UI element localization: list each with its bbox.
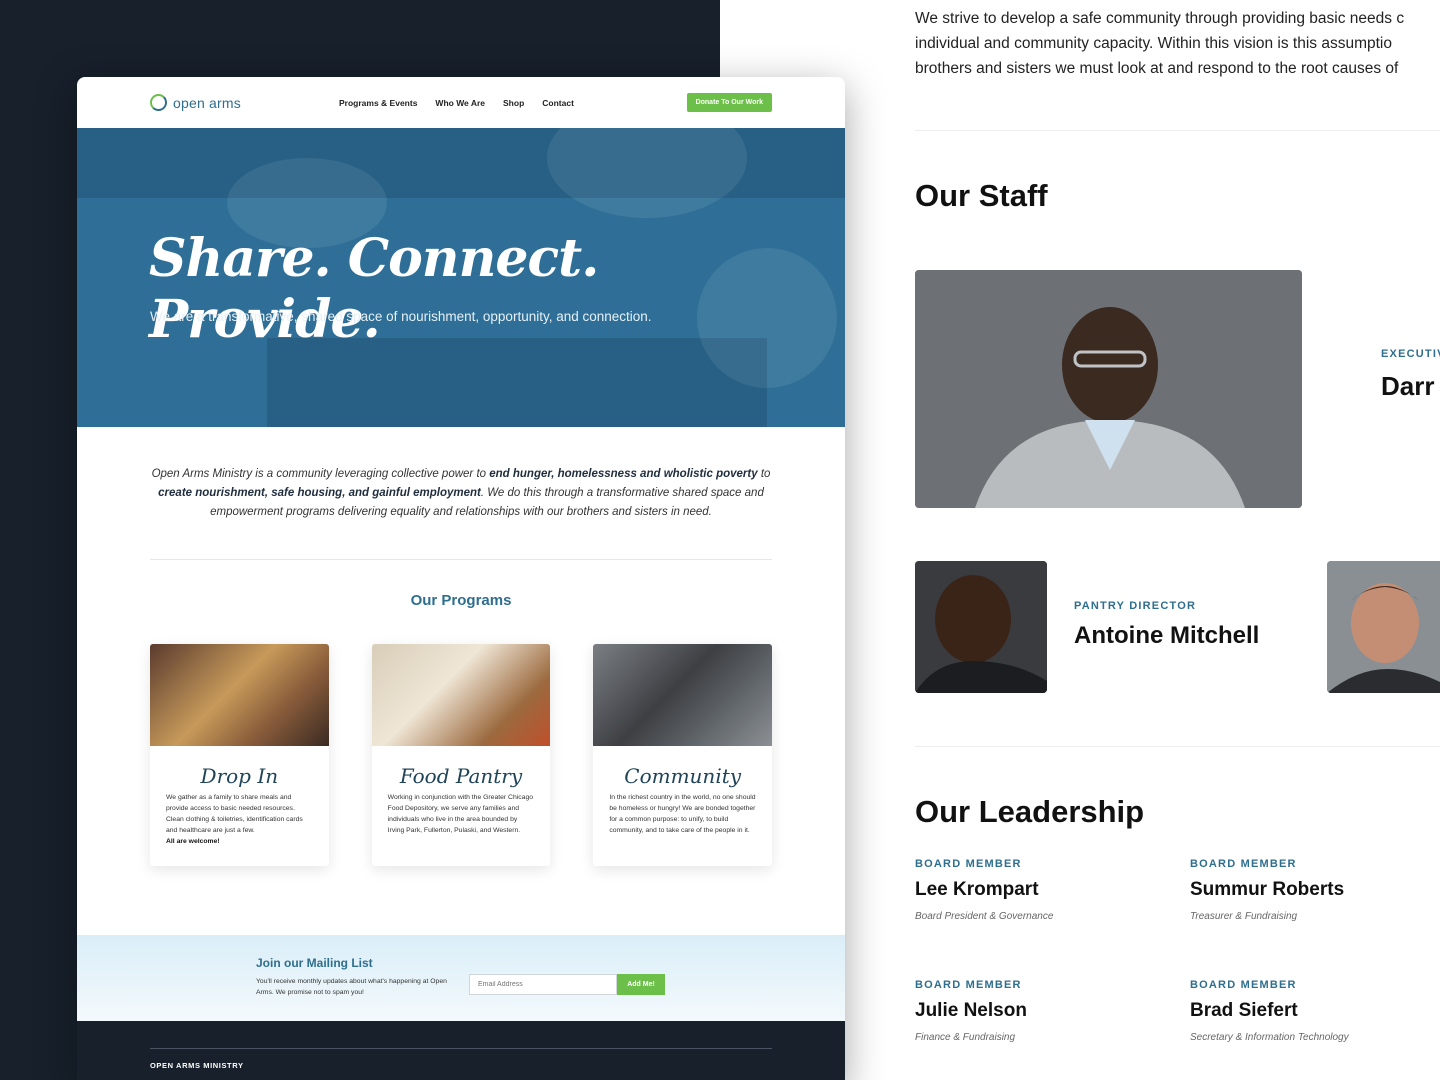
about-page-panel: We strive to develop a safe community th… [915,0,1440,1080]
nav-contact[interactable]: Contact [542,98,574,108]
leader-name: Brad Siefert [1190,1000,1298,1021]
mailing-title: Join our Mailing List [256,956,373,970]
leader-role: BOARD MEMBER [1190,979,1297,991]
intro-text: Open Arms Ministry is a community levera… [151,468,490,480]
program-body-text: We gather as a family to share meals and… [166,794,303,834]
mailing-description: You'll receive monthly updates about wha… [256,978,447,996]
program-body-text: Working in conjunction with the Greater … [387,794,533,834]
mission-intro: Open Arms Ministry is a community levera… [77,427,845,559]
pantry-director-photo [915,561,1047,693]
logo[interactable]: open arms [150,94,241,111]
leader-role: BOARD MEMBER [915,979,1022,991]
nav-who-we-are[interactable]: Who We Are [435,98,485,108]
hero-subtitle: We are a transformative, shared space of… [150,309,652,324]
program-description: In the richest country in the world, no … [593,788,772,840]
leader-role: BOARD MEMBER [1190,858,1297,870]
donate-button[interactable]: Donate To Our Work [686,93,772,112]
program-emphasis: All are welcome! [166,838,220,845]
email-input[interactable] [469,974,617,995]
section-divider [915,746,1440,747]
leader-description: Finance & Fundraising [915,1032,1016,1043]
pantry-director-name: Antoine Mitchell [1074,622,1260,649]
person-portrait-icon [915,270,1302,508]
footer-title: OPEN ARMS MINISTRY [150,1061,244,1070]
program-card-drop-in[interactable]: Drop In We gather as a family to share m… [150,644,329,866]
program-title: Drop In [200,764,279,788]
hero-photo-highlight [547,128,747,218]
programs-list: Drop In We gather as a family to share m… [77,644,845,866]
intro-emphasis: create nourishment, safe housing, and ga… [158,487,481,499]
person-portrait-icon [1327,561,1440,693]
executive-role: EXECUTIV [1381,348,1440,360]
hero-title: Share. Connect. Provide. [149,228,599,350]
leader-card: BOARD MEMBER Summur Roberts Treasurer & … [1190,858,1440,922]
mission-line: We strive to develop a safe community th… [915,10,1405,27]
staff-photo [1327,561,1440,693]
executive-photo [915,270,1302,508]
leader-card: BOARD MEMBER Lee Krompart Board Presiden… [915,858,1175,922]
intro-emphasis: end hunger, homelessness and wholistic p… [489,468,758,480]
mission-line: individual and community capacity. Withi… [915,35,1392,52]
hero-photo-tray [267,338,767,427]
drop-in-photo [150,644,329,746]
program-title: Food Pantry [399,764,523,788]
leader-card: BOARD MEMBER Brad Siefert Secretary & In… [1190,979,1440,1043]
leader-card: BOARD MEMBER Julie Nelson Finance & Fund… [915,979,1175,1043]
nav-programs-events[interactable]: Programs & Events [339,98,417,108]
website-mockup-card: open arms Programs & Events Who We Are S… [77,77,845,1080]
programs-heading: Our Programs [410,592,512,609]
program-title: Community [624,764,742,788]
mission-statement: We strive to develop a safe community th… [915,6,1440,81]
leader-name: Summur Roberts [1190,879,1345,900]
main-nav: Programs & Events Who We Are Shop Contac… [339,98,574,108]
program-card-community[interactable]: Community In the richest country in the … [593,644,773,866]
leadership-heading: Our Leadership [915,794,1145,829]
footer-divider [150,1048,772,1049]
pantry-director-role: PANTRY DIRECTOR [1074,600,1197,612]
nav-shop[interactable]: Shop [503,98,524,108]
program-body-text: In the richest country in the world, no … [609,794,756,834]
staff-heading: Our Staff [915,178,1048,213]
add-me-button[interactable]: Add Me! [617,974,665,995]
leader-role: BOARD MEMBER [915,858,1022,870]
mailing-list-section: Join our Mailing List You'll receive mon… [77,935,845,1021]
leader-description: Board President & Governance [915,911,1054,922]
intro-text: to [757,468,771,480]
hero-banner: Share. Connect. Provide. We are a transf… [77,128,845,427]
community-photo [593,644,773,746]
section-divider [915,130,1440,131]
program-card-food-pantry[interactable]: Food Pantry Working in conjunction with … [371,644,551,866]
leader-description: Secretary & Information Technology [1190,1032,1349,1043]
leader-name: Julie Nelson [915,1000,1027,1021]
leader-description: Treasurer & Fundraising [1190,911,1298,922]
site-footer: OPEN ARMS MINISTRY [77,1021,845,1080]
program-description: Working in conjunction with the Greater … [372,788,551,840]
site-header: open arms Programs & Events Who We Are S… [77,77,845,128]
executive-name: Darr [1381,371,1435,401]
person-portrait-icon [915,561,1047,693]
logo-text: open arms [173,94,241,111]
logo-ring-icon [150,94,167,111]
section-divider [150,559,772,560]
program-description: We gather as a family to share meals and… [150,788,329,851]
mission-line: brothers and sisters we must look at and… [915,60,1399,77]
leader-name: Lee Krompart [915,879,1039,900]
food-pantry-photo [371,644,551,746]
